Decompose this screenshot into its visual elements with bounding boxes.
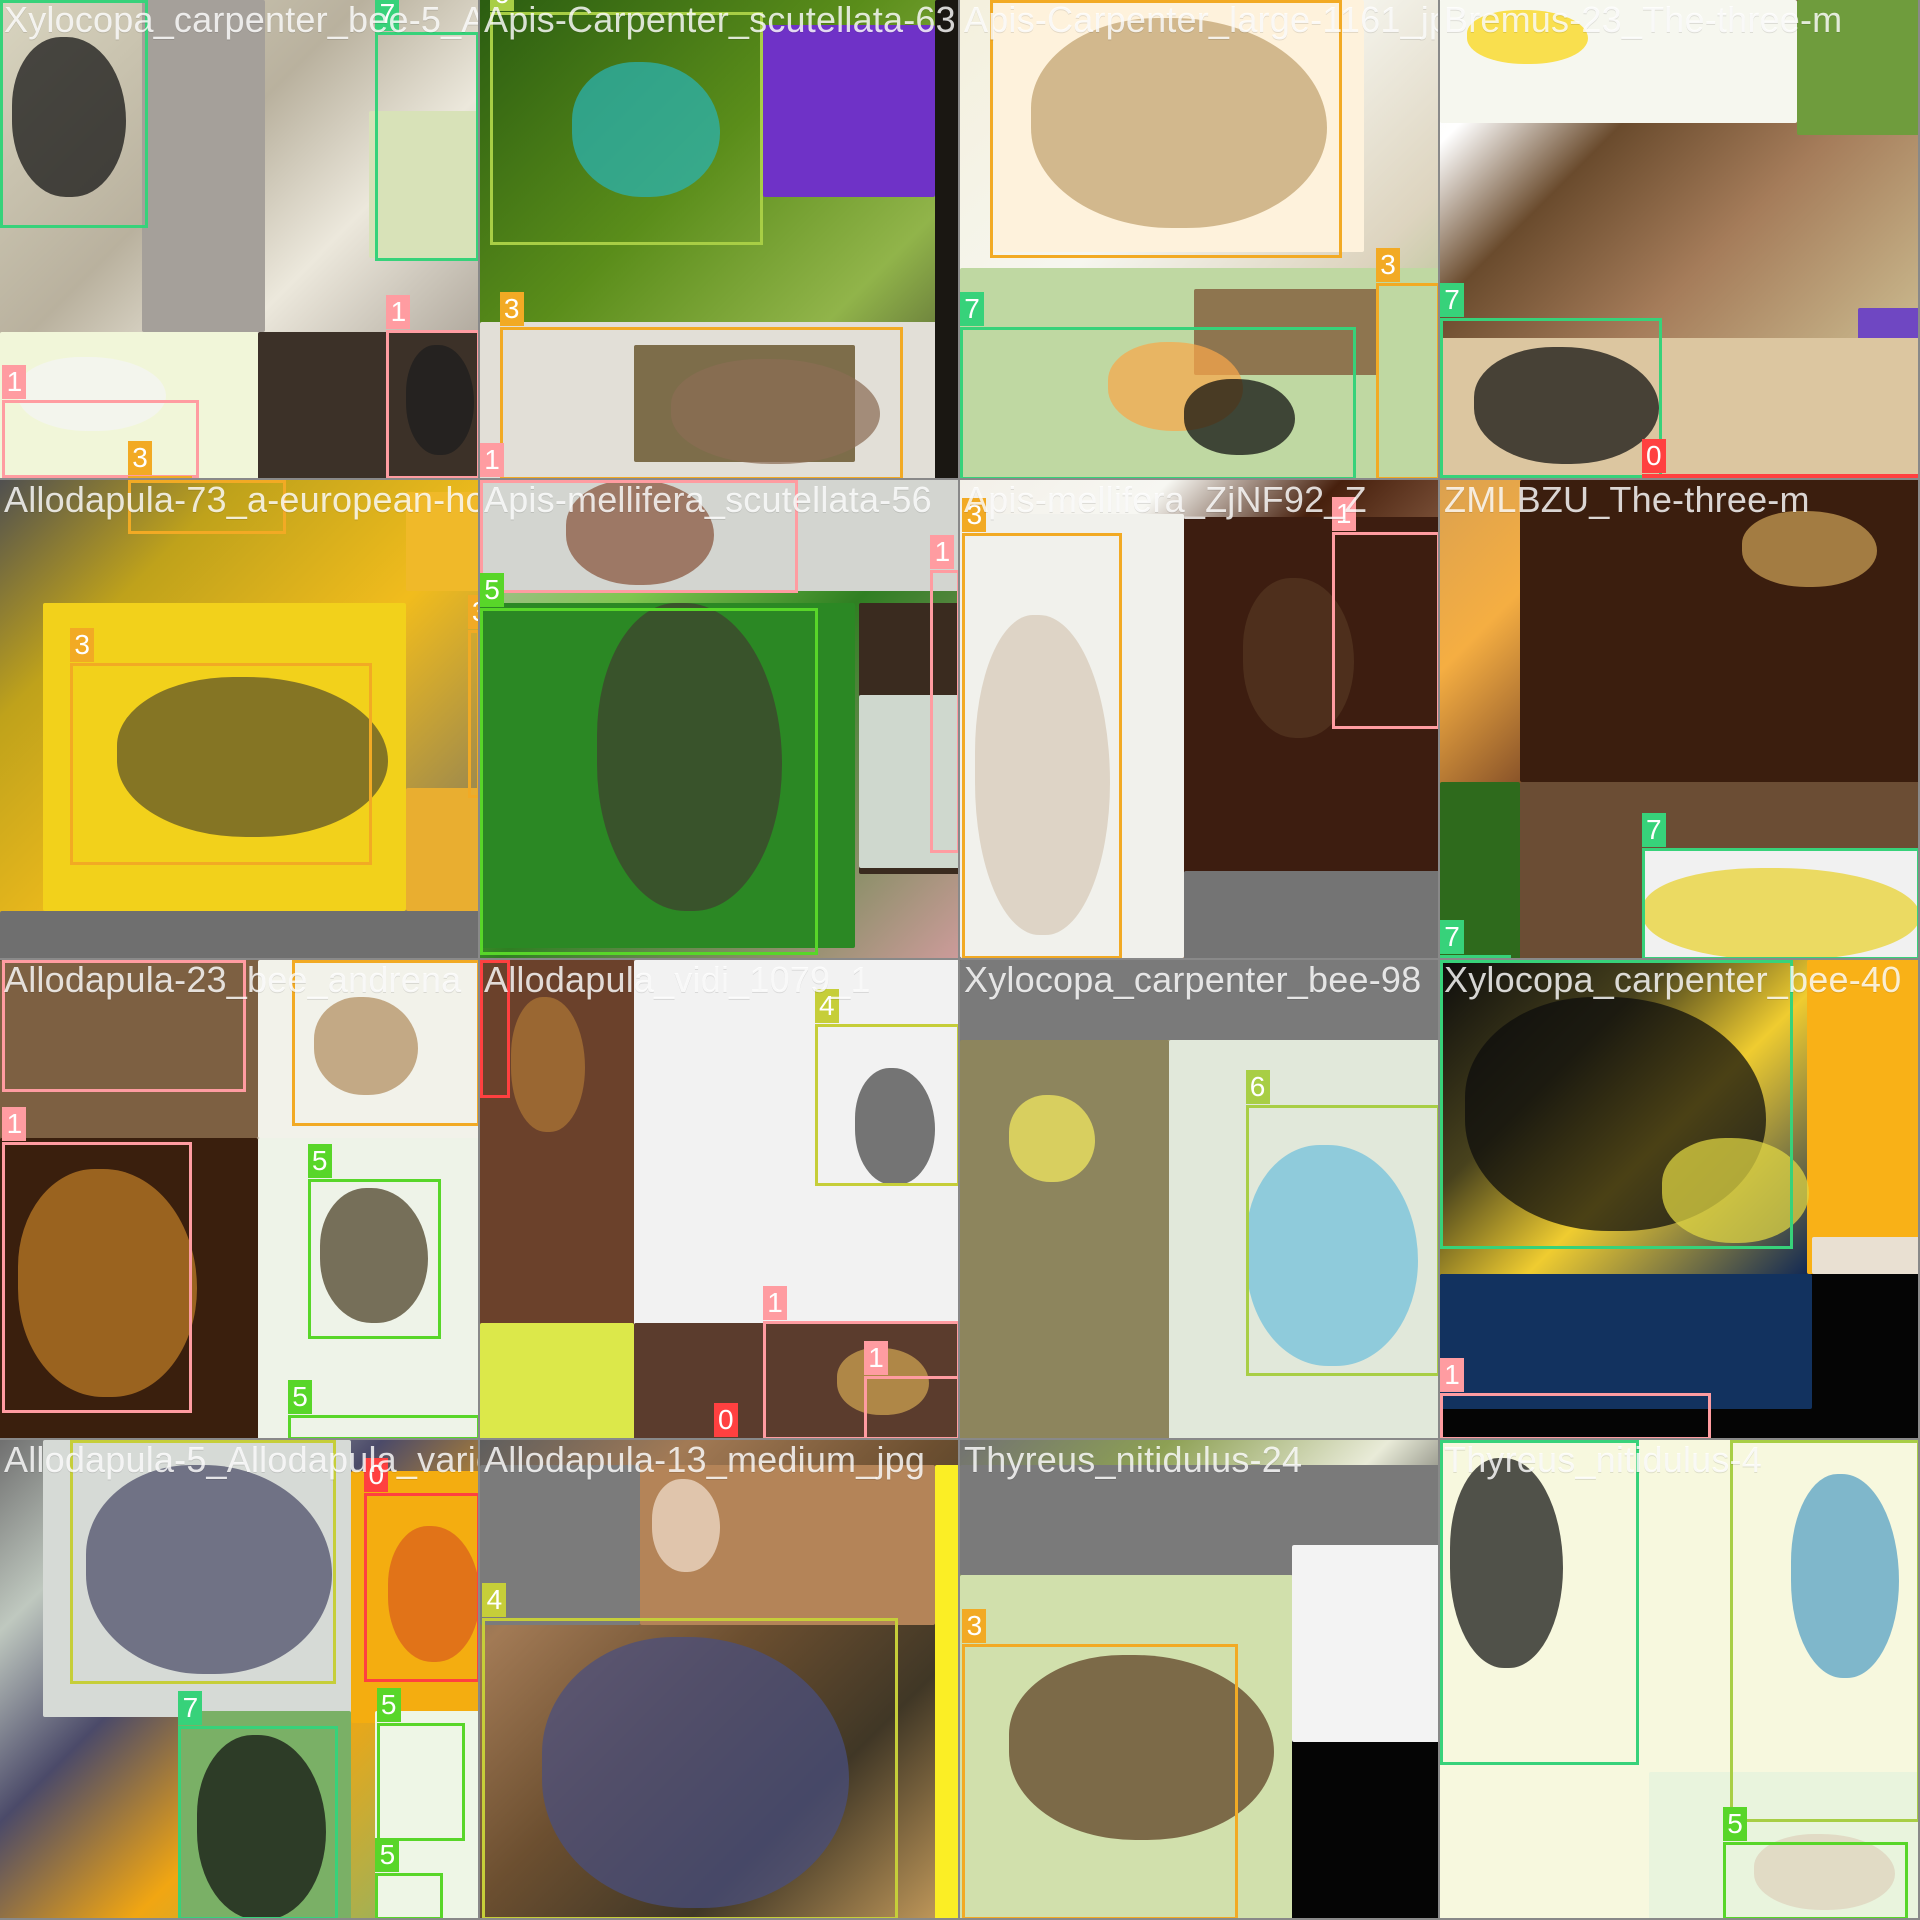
insect-subjects	[1440, 0, 1918, 478]
insect-shape-1	[1031, 18, 1327, 228]
insect-subjects	[960, 0, 1438, 478]
image-tile-7: Apis-mellifera_ZjNF92_Z 3 1	[960, 480, 1440, 960]
insect-subjects	[0, 0, 478, 478]
insect-subjects	[0, 1440, 478, 1918]
insect-shape-2	[836, 1347, 930, 1416]
image-tile-16: Thyreus_nitidulus-4765	[1440, 1440, 1920, 1920]
insect-shape-2	[670, 359, 880, 464]
insect-shape-2	[1790, 1474, 1900, 1678]
insect-subjects	[1440, 1440, 1918, 1918]
insect-shape-1	[596, 603, 782, 911]
image-tile-15: Thyreus_nitidulus-24 3	[960, 1440, 1440, 1920]
insect-shape-1	[1467, 9, 1588, 64]
insect-subjects	[480, 960, 958, 1438]
insect-subjects	[0, 960, 478, 1438]
insect-shape-1	[12, 36, 126, 197]
insect-shape-3	[313, 996, 419, 1096]
insect-subjects	[480, 1440, 958, 1918]
insect-subjects	[960, 960, 1438, 1438]
image-tile-13: Allodapula-5_Allodapula_variegata40755	[0, 1440, 480, 1920]
insect-shape-2	[652, 1479, 720, 1572]
image-tile-1: Xylocopa_carpenter_bee-5_Apis-Carpenter7…	[0, 0, 480, 480]
image-tile-5: Allodapula-73_a-european-honey-bee333	[0, 480, 480, 960]
image-tile-2: Apis-Carpenter_scutellata-63631	[480, 0, 960, 480]
insect-shape-1	[116, 676, 388, 837]
insect-shape-1	[1245, 1144, 1418, 1367]
image-tile-14: Allodapula-13_medium_jpg 4	[480, 1440, 960, 1920]
image-tile-9: Allodapula-23_bee_andrena13155	[0, 960, 480, 1440]
insect-shape-3	[1753, 1833, 1896, 1911]
insect-shape-1	[18, 1169, 197, 1397]
image-tile-10: Allodapula_vidi_1079_104110	[480, 960, 960, 1440]
image-tile-11: Xylocopa_carpenter_bee-98 6	[960, 960, 1440, 1440]
image-tile-4: Bremus-23_The-three-m 7 0	[1440, 0, 1920, 480]
insect-shape-1	[572, 61, 720, 197]
insect-shape-1	[974, 615, 1111, 936]
insect-subjects	[480, 480, 958, 958]
mosaic-grid: Xylocopa_carpenter_bee-5_Apis-Carpenter7…	[0, 0, 1920, 1920]
insect-shape-1	[86, 1464, 333, 1674]
insect-shape-2	[320, 1187, 429, 1324]
insect-shape-1	[1741, 510, 1877, 588]
insect-shape-2	[1643, 867, 1918, 958]
insect-subjects	[480, 0, 958, 478]
insect-shape-2	[1243, 578, 1354, 739]
insect-shape-1	[541, 1636, 850, 1908]
insect-shape-2	[18, 356, 167, 431]
insect-shape-2	[1474, 347, 1660, 464]
insect-shape-2	[1009, 1095, 1096, 1182]
insect-shape-3	[510, 996, 585, 1133]
image-tile-8: ZMLBZU_The-three-m 7 7	[1440, 480, 1920, 960]
insect-shape-3	[406, 344, 474, 456]
image-tile-12: Xylocopa_carpenter_bee-4071	[1440, 960, 1920, 1440]
insect-shape-1	[1009, 1655, 1274, 1840]
insect-shape-2	[387, 1526, 478, 1662]
insect-subjects	[960, 480, 1438, 958]
insect-shape-3	[196, 1735, 327, 1918]
insect-shape-3	[1184, 379, 1295, 456]
image-tile-6: Apis-mellifera_scutellata-56151	[480, 480, 960, 960]
insect-shape-1	[1449, 1458, 1564, 1668]
insect-subjects	[1440, 480, 1918, 958]
insect-shape-2	[1661, 1138, 1810, 1244]
insect-subjects	[0, 480, 478, 958]
insect-subjects	[960, 1440, 1438, 1918]
insect-subjects	[1440, 960, 1918, 1438]
insect-shape-2	[566, 480, 714, 585]
image-tile-3: Apis-Carpenter_large-1161_jpg373	[960, 0, 1440, 480]
insect-shape-1	[855, 1068, 936, 1186]
